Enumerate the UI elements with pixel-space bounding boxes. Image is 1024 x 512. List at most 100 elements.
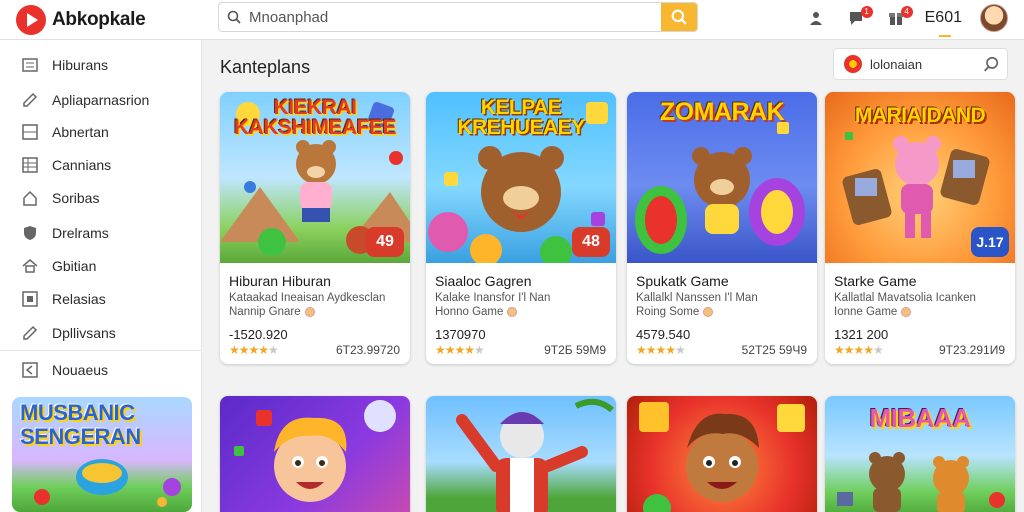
game-thumbnail xyxy=(456,398,614,512)
game-card-row2[interactable] xyxy=(426,396,616,512)
gift-badge: 4 xyxy=(900,6,913,18)
game-genre: Ionne Game xyxy=(834,306,912,318)
sidebar-item-label: Drelrams xyxy=(52,225,109,241)
sidebar-divider xyxy=(0,350,202,351)
sidebar-item-label: Dpllivsans xyxy=(52,325,116,341)
top-header: Abkopkale 1 4 E601 xyxy=(0,0,1024,40)
filter-label: lolonaian xyxy=(870,56,923,72)
header-actions: 1 4 E601 xyxy=(805,4,1008,37)
game-genre-label: Ionne Game xyxy=(834,306,898,318)
game-art-title: KIEKRAI KAKSHIMEAFEE xyxy=(233,96,397,139)
sidebar-item-label: Hiburans xyxy=(52,57,109,73)
game-genre-label: Roing Some xyxy=(636,306,700,318)
game-thumbnail: MARIAIDAND J.17 xyxy=(825,92,1015,263)
sidebar-item-cannians[interactable]: Cannians xyxy=(0,149,202,181)
game-art-title: KELPAE KREHUEAEY xyxy=(457,96,585,139)
main-content: Kanteplans lolonaian KIEKRAI KAKSHIMEAFE… xyxy=(202,40,1024,512)
list-icon xyxy=(22,57,38,73)
game-description: Kataakad Ineaisan Aydkesclan xyxy=(229,292,386,304)
game-description: Kallatlal Mavatsolia Icanken xyxy=(834,292,976,304)
promo-banner[interactable]: MUSBANIC SENGERAN xyxy=(12,397,192,512)
notification-icon[interactable]: 1 xyxy=(845,6,873,29)
notification-badge: 1 xyxy=(860,6,873,18)
app-logo[interactable]: Abkopkale xyxy=(16,5,146,35)
section-title: Kanteplans xyxy=(220,57,311,77)
user-icon[interactable] xyxy=(805,7,827,29)
app-name: Abkopkale xyxy=(52,9,146,30)
game-downloads: -1520.920 xyxy=(229,327,288,342)
sidebar-item-soribas[interactable]: Soribas xyxy=(0,182,202,214)
sidebar-item-label: Cannians xyxy=(52,157,112,173)
sidebar-item-nouaeus[interactable]: Nouaeus xyxy=(0,354,202,386)
flag-icon xyxy=(844,55,862,73)
sidebar-item-label: Apliaparnasrion xyxy=(52,92,150,108)
sidebar-item-abnertan[interactable]: Abnertan xyxy=(0,116,202,148)
star-rating: ★★★★★ xyxy=(229,343,279,357)
game-name: Starke Game xyxy=(834,273,917,289)
game-thumbnail xyxy=(234,400,396,502)
game-count: 6Т23.99720 xyxy=(335,343,400,357)
game-description: Kallalkl Nanssen I'l Man xyxy=(636,292,758,304)
sidebar-item-relasias[interactable]: Relasias xyxy=(0,283,202,315)
game-genre-label: Nannip Gnare xyxy=(229,306,301,318)
square-icon xyxy=(22,291,38,307)
grid-icon xyxy=(22,124,38,140)
search-button[interactable] xyxy=(661,3,697,31)
avatar[interactable] xyxy=(980,4,1008,32)
sidebar: Hiburans Apliaparnasrion Abnertan Cannia… xyxy=(0,40,202,512)
shield-icon xyxy=(22,225,38,241)
sidebar-item-label: Abnertan xyxy=(52,124,109,140)
promo-art xyxy=(34,459,181,507)
sidebar-item-hiburans[interactable]: Hiburans xyxy=(0,49,202,81)
filter-dropdown[interactable]: lolonaian xyxy=(833,48,1008,80)
coin-balance[interactable]: E601 xyxy=(925,9,962,37)
game-card-row2[interactable] xyxy=(220,396,410,512)
genre-icon xyxy=(901,307,912,317)
game-card-row2[interactable]: MIBAAA xyxy=(825,396,1015,512)
edit-icon xyxy=(22,325,38,341)
filter-search-icon[interactable] xyxy=(983,56,999,75)
game-downloads: 1321 200 xyxy=(834,327,889,342)
sidebar-item-label: Soribas xyxy=(52,190,100,206)
genre-icon xyxy=(507,307,518,317)
sidebar-item-drelrams[interactable]: Drelrams xyxy=(0,217,202,249)
game-card[interactable]: KIEKRAI KAKSHIMEAFEE 49 Hiburan Hiburan … xyxy=(220,92,410,364)
game-count: 9Т2Б 59М9 xyxy=(544,343,606,357)
sidebar-item-label: Relasias xyxy=(52,291,106,307)
search-input[interactable] xyxy=(249,8,661,26)
game-thumbnail: ZOMARAK xyxy=(627,92,817,263)
game-card[interactable]: MARIAIDAND J.17 Starke Game Kallatlal Ma… xyxy=(825,92,1015,364)
search-bar xyxy=(218,2,698,32)
game-art-title: ZOMARAK xyxy=(659,98,785,126)
game-card[interactable]: ZOMARAK Spukatk Game Kallalkl Nanssen I'… xyxy=(627,92,817,364)
genre-icon xyxy=(703,307,714,317)
game-description: Kalake Inansfor I'l Nan xyxy=(435,292,551,304)
sidebar-item-apliaparnasrion[interactable]: Apliaparnasrion xyxy=(0,84,202,116)
sidebar-item-dpllivsans[interactable]: Dpllivsans xyxy=(0,317,202,349)
rating-badge: 49 xyxy=(366,227,404,257)
game-downloads: 4579.540 xyxy=(636,327,691,342)
search-icon xyxy=(219,4,249,30)
play-logo-icon xyxy=(16,5,46,35)
star-rating: ★★★★★ xyxy=(834,343,884,357)
rating-badge: 48 xyxy=(572,227,610,257)
game-card-row2[interactable] xyxy=(627,396,817,512)
gift-icon[interactable]: 4 xyxy=(885,6,913,29)
game-genre: Nannip Gnare xyxy=(229,306,315,318)
game-card[interactable]: KELPAE KREHUEAEY 48 Siaaloc Gagren Kalak… xyxy=(426,92,616,364)
game-thumbnail: KELPAE KREHUEAEY 48 xyxy=(426,92,616,263)
star-rating: ★★★★★ xyxy=(636,343,686,357)
sidebar-item-gbitian[interactable]: Gbitian xyxy=(0,250,202,282)
game-downloads: 1370970 xyxy=(435,327,486,342)
table-icon xyxy=(22,157,38,173)
search-button-icon xyxy=(671,9,687,25)
game-thumbnail: KIEKRAI KAKSHIMEAFEE 49 xyxy=(220,92,410,263)
house-icon xyxy=(22,190,38,206)
rating-badge: J.17 xyxy=(971,227,1009,257)
star-rating: ★★★★★ xyxy=(435,343,485,357)
game-count: 9Т23.291И9 xyxy=(938,343,1005,357)
edit-icon xyxy=(22,92,38,108)
game-genre: Roing Some xyxy=(636,306,714,318)
game-name: Siaaloc Gagren xyxy=(435,273,532,289)
game-genre-label: Honno Game xyxy=(435,306,504,318)
